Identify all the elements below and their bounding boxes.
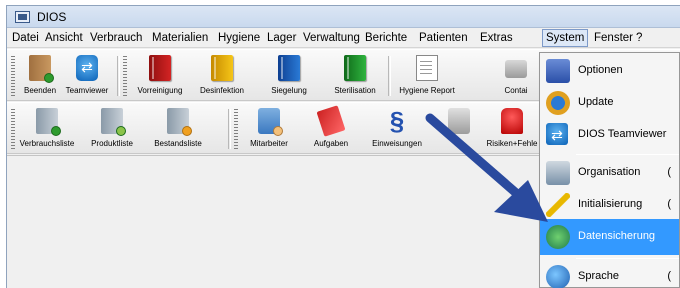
hygiene-report-label: Hygiene Report [399, 86, 455, 95]
menu-item-datensicherung[interactable]: Datensicherung [540, 219, 679, 255]
vorreinigung-button[interactable]: Vorreinigung [129, 52, 191, 98]
menu-help[interactable]: ? [635, 30, 643, 46]
siegelung-label: Siegelung [271, 86, 307, 95]
menu-item-label: Initialisierung [578, 198, 643, 210]
teamviewer-icon [76, 55, 98, 81]
menu-item-label: Datensicherung [578, 230, 656, 242]
aufgaben-button[interactable]: Aufgaben [307, 105, 355, 151]
sterilisation-button[interactable]: Sterilisation [325, 52, 385, 98]
toolbar-grip[interactable] [123, 56, 127, 96]
beenden-button[interactable]: Beenden [19, 52, 61, 98]
container-button[interactable]: Contai [491, 52, 541, 98]
green-book-icon [344, 55, 366, 81]
bestandsliste-button[interactable]: Bestandsliste [149, 105, 207, 151]
risiken-label: Risiken+Fehle [486, 139, 538, 148]
update-icon [546, 91, 570, 115]
list-icon [101, 108, 126, 136]
toolbar-grip[interactable] [11, 109, 15, 149]
menu-patienten[interactable]: Patienten [418, 30, 469, 46]
vorreinigung-label: Vorreinigung [137, 86, 183, 95]
risiken-button[interactable]: Risiken+Fehle [483, 105, 541, 151]
verbrauchsliste-label: Verbrauchsliste [19, 139, 75, 148]
menu-datei[interactable]: Datei [11, 30, 40, 46]
menu-item-sprache[interactable]: Sprache ( [540, 259, 679, 288]
exit-door-icon [29, 55, 54, 83]
submenu-indicator: ( [667, 270, 671, 282]
beenden-label: Beenden [23, 86, 57, 95]
list-icon [36, 108, 61, 136]
menu-item-dios-teamviewer[interactable]: DIOS Teamviewer [540, 117, 679, 153]
einweisungen-label: Einweisungen [372, 139, 422, 148]
desinfektion-button[interactable]: Desinfektion [193, 52, 251, 98]
menu-item-label: Organisation [578, 166, 641, 178]
siegelung-button[interactable]: Siegelung [260, 52, 318, 98]
verbrauchsliste-button[interactable]: Verbrauchsliste [16, 105, 78, 151]
menu-item-update[interactable]: Update [540, 85, 679, 121]
options-icon [546, 59, 570, 83]
backup-icon [546, 225, 570, 249]
list-icon [167, 108, 192, 136]
einweisungen-button[interactable]: § Einweisungen [369, 105, 425, 151]
menu-system[interactable]: System [542, 29, 589, 47]
menu-item-label: Update [578, 96, 614, 108]
submenu-indicator: ( [667, 198, 671, 210]
red-book-icon [149, 55, 171, 81]
produktliste-button[interactable]: Produktliste [86, 105, 138, 151]
menu-item-optionen[interactable]: Optionen [540, 53, 679, 89]
submenu-indicator: ( [667, 166, 671, 178]
organisation-icon [546, 161, 570, 185]
menu-extras[interactable]: Extras [479, 30, 514, 46]
container-label: Contai [504, 86, 528, 95]
system-dropdown-menu: Optionen Update DIOS Teamviewer Organisa… [539, 52, 680, 288]
instruction-icon: § [389, 106, 405, 136]
mitarbeiter-button[interactable]: Mitarbeiter [243, 105, 295, 151]
aufgaben-label: Aufgaben [313, 139, 349, 148]
mitarbeiter-label: Mitarbeiter [250, 139, 288, 148]
teamviewer-icon [546, 123, 568, 145]
hygiene-report-button[interactable]: Hygiene Report [393, 52, 461, 98]
menu-item-organisation[interactable]: Organisation ( [540, 155, 679, 191]
window-title: DIOS [37, 10, 67, 24]
toolbar-grip[interactable] [11, 56, 15, 96]
bestandsliste-label: Bestandsliste [154, 139, 202, 148]
device-icon [448, 108, 470, 134]
globe-icon [546, 265, 570, 288]
menu-item-initialisierung[interactable]: Initialisierung ( [540, 187, 679, 223]
app-icon [15, 11, 30, 23]
menu-bar: Datei Ansicht Verbrauch Materialien Hygi… [7, 28, 680, 48]
toolbar-separator [228, 109, 231, 149]
container-icon [505, 60, 527, 78]
menu-fenster[interactable]: Fenster [593, 30, 634, 46]
report-icon [416, 55, 438, 81]
menu-item-label: Sprache [578, 270, 619, 282]
menu-ansicht[interactable]: Ansicht [44, 30, 84, 46]
menu-verbrauch[interactable]: Verbrauch [89, 30, 143, 46]
menu-item-label: Optionen [578, 64, 623, 76]
menu-hygiene[interactable]: Hygiene [217, 30, 261, 46]
menu-verwaltung[interactable]: Verwaltung [302, 30, 361, 46]
employee-icon [258, 108, 283, 136]
teamviewer-button[interactable]: Teamviewer [62, 52, 112, 98]
toolbar-separator [117, 56, 120, 96]
geraete-label: Ge [453, 139, 465, 148]
menu-lager[interactable]: Lager [266, 30, 297, 46]
blue-book-icon [278, 55, 300, 81]
yellow-book-icon [211, 55, 233, 81]
toolbar-grip[interactable] [234, 109, 238, 149]
desinfektion-label: Desinfektion [199, 86, 245, 95]
menu-item-label: DIOS Teamviewer [578, 128, 667, 140]
alarm-icon [501, 108, 523, 134]
sterilisation-label: Sterilisation [334, 86, 376, 95]
tasks-icon [316, 105, 346, 137]
wand-icon [546, 193, 570, 217]
title-bar: DIOS [7, 6, 680, 28]
teamviewer-label: Teamviewer [65, 86, 109, 95]
toolbar-separator [388, 56, 391, 96]
menu-berichte[interactable]: Berichte [364, 30, 408, 46]
geraete-button[interactable]: Ge [439, 105, 479, 151]
produktliste-label: Produktliste [91, 139, 133, 148]
menu-materialien[interactable]: Materialien [151, 30, 209, 46]
